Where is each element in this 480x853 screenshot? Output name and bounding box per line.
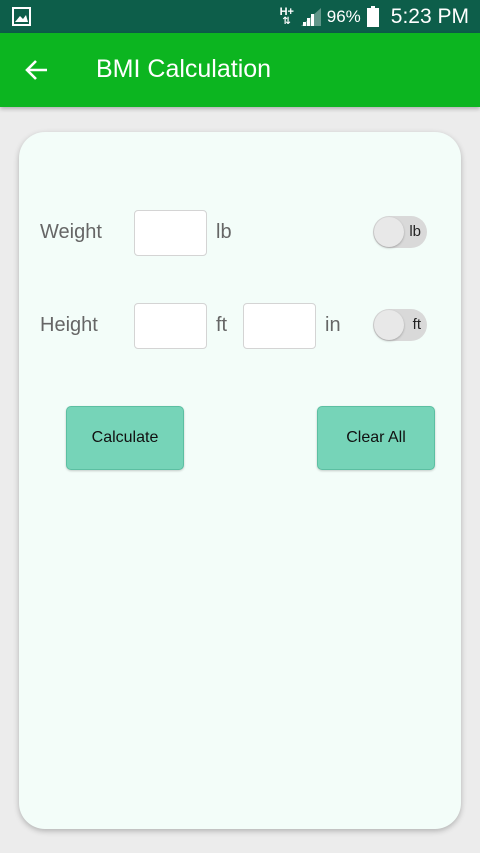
bmi-form-card: Weight lb lb Height ft in ft Calculate C… xyxy=(19,132,461,829)
toggle-knob xyxy=(374,217,404,247)
height-toggle-text: ft xyxy=(412,316,421,333)
weight-input[interactable] xyxy=(134,210,207,256)
battery-percent: 96% xyxy=(326,6,361,26)
signal-strength-icon xyxy=(300,7,321,26)
height-feet-input[interactable] xyxy=(134,303,207,349)
clear-all-button[interactable]: Clear All xyxy=(317,406,435,470)
height-inches-input[interactable] xyxy=(243,303,316,349)
inches-unit-label: in xyxy=(325,314,341,336)
toggle-knob xyxy=(374,310,404,340)
status-bar: H+ ⇅ 96% 5:23 PM xyxy=(0,0,480,33)
weight-unit-label: lb xyxy=(216,221,232,243)
feet-unit-label: ft xyxy=(216,314,228,336)
weight-label: Weight xyxy=(40,221,102,243)
clock: 5:23 PM xyxy=(390,4,469,28)
height-label: Height xyxy=(40,314,98,336)
arrow-left-icon[interactable] xyxy=(24,57,50,83)
battery-icon xyxy=(366,6,379,27)
page-title: BMI Calculation xyxy=(96,55,272,83)
weight-toggle-text: lb xyxy=(409,223,421,240)
network-type-icon: H+ ⇅ xyxy=(279,5,294,27)
weight-unit-toggle[interactable]: lb xyxy=(373,216,427,248)
calculate-button[interactable]: Calculate xyxy=(66,406,184,470)
gallery-notification-icon xyxy=(12,7,31,26)
height-unit-toggle[interactable]: ft xyxy=(373,309,427,341)
app-bar: BMI Calculation xyxy=(0,33,480,107)
